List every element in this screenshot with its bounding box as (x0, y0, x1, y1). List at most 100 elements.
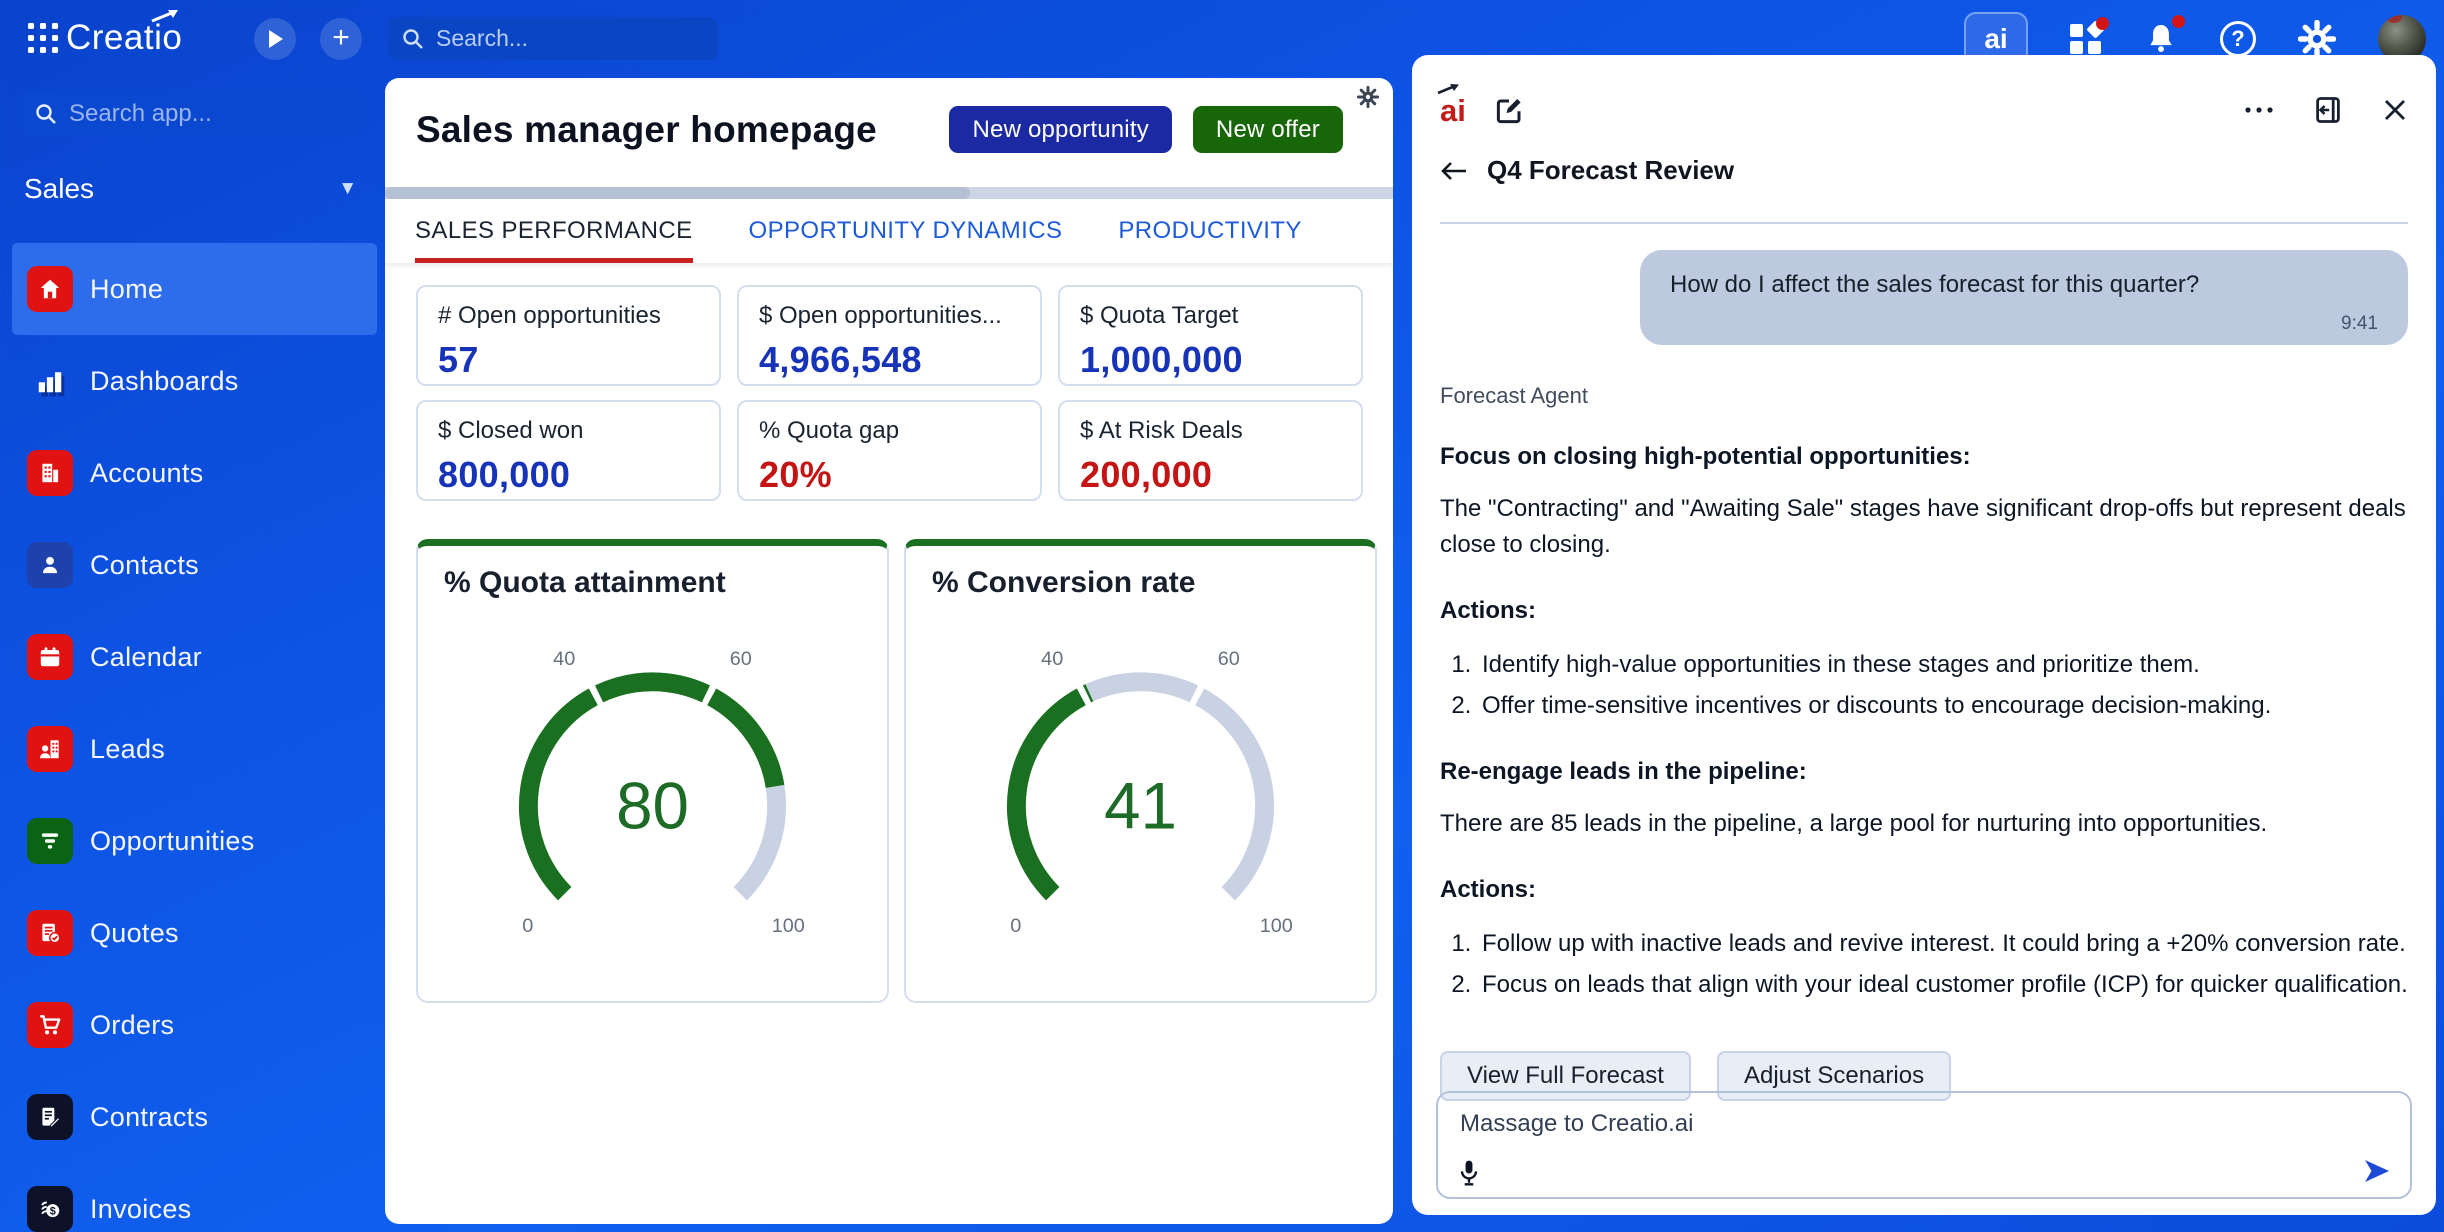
page-title: Sales manager homepage (416, 108, 877, 150)
ai-chat-panel: ai Q4 Forecast Review How do I affect th… (1412, 55, 2436, 1215)
chevron-down-icon: ▼ (338, 178, 357, 199)
tab-sales-performance[interactable]: SALES PERFORMANCE (415, 199, 693, 263)
sidebar-item-invoices[interactable]: $ Invoices (12, 1163, 377, 1232)
sidebar-item-leads[interactable]: Leads (12, 703, 377, 795)
apps-menu-button[interactable] (2070, 17, 2109, 55)
svg-text:60: 60 (730, 648, 752, 670)
creatio-logo: Creatio (66, 10, 183, 58)
sidebar-item-opportunities[interactable]: Opportunities (12, 795, 377, 887)
sidebar-item-label: Calendar (90, 641, 202, 672)
metric-cards: # Open opportunities 57 $ Open opportuni… (385, 263, 1393, 501)
metric-value: 20% (759, 454, 832, 495)
gear-icon (1357, 86, 1379, 108)
svg-text:0: 0 (522, 915, 533, 937)
gauge-title: % Quota attainment (444, 566, 726, 599)
home-icon (27, 266, 73, 312)
creatio-ai-logo: ai (1437, 83, 1466, 126)
settings-button[interactable] (2298, 20, 2336, 58)
metric-value: 4,966,548 (759, 339, 922, 380)
send-icon (2365, 1160, 2389, 1182)
gauge-chart: 0 40 60 100 41 (932, 614, 1349, 966)
metric-label: # Open opportunities (438, 302, 661, 329)
metric-value: 200,000 (1080, 454, 1213, 495)
app-search-placeholder: Search app... (69, 99, 212, 127)
back-button[interactable] (1440, 160, 1468, 182)
user-message-text: How do I affect the sales forecast for t… (1670, 271, 2200, 298)
sidebar-item-calendar[interactable]: Calendar (12, 611, 377, 703)
divider (1440, 222, 2408, 224)
svg-text:100: 100 (1260, 915, 1293, 937)
logo-text: Creatio (66, 18, 183, 57)
calendar-icon (27, 634, 73, 680)
message-paragraph: There are 85 leads in the pipeline, a la… (1440, 810, 2268, 837)
notifications-button[interactable] (2144, 15, 2185, 57)
bar-chart-icon (27, 358, 73, 404)
sidebar-item-quotes[interactable]: Quotes (12, 887, 377, 979)
scrollbar-thumb[interactable] (385, 187, 970, 199)
metric-closed-won[interactable]: $ Closed won 800,000 (416, 400, 721, 501)
tab-opportunity-dynamics[interactable]: OPPORTUNITY DYNAMICS (749, 199, 1063, 263)
add-button[interactable]: + (320, 18, 362, 60)
dock-panel-button[interactable] (2314, 95, 2342, 125)
play-button[interactable] (254, 18, 296, 60)
apps-notification-dot (2096, 17, 2109, 30)
metric-quota-gap[interactable]: % Quota gap 20% (737, 400, 1042, 501)
ellipsis-icon (2245, 107, 2273, 113)
sidebar-nav: Home Dashboards Accounts Contacts Calend… (0, 243, 385, 1232)
gauge-title: % Conversion rate (932, 566, 1196, 599)
close-icon (2385, 100, 2405, 120)
bell-icon (2150, 24, 2172, 53)
new-opportunity-button[interactable]: New opportunity (949, 106, 1172, 153)
close-panel-button[interactable] (2382, 97, 2408, 123)
quota-attainment-gauge[interactable]: % Quota attainment 0 40 60 100 80 (416, 539, 889, 1003)
sidebar-item-dashboards[interactable]: Dashboards (12, 335, 377, 427)
dashboard-card: Sales manager homepage New opportunity N… (385, 78, 1393, 1224)
sidebar-item-label: Contacts (90, 549, 199, 580)
sidebar-item-orders[interactable]: Orders (12, 979, 377, 1071)
svg-text:40: 40 (553, 648, 575, 670)
app-grid-icon[interactable] (28, 23, 60, 55)
user-message-bubble: How do I affect the sales forecast for t… (1640, 250, 2408, 345)
logo-arrow-icon (150, 9, 180, 23)
leads-icon (27, 726, 73, 772)
search-icon (36, 103, 56, 124)
metric-quota-target[interactable]: $ Quota Target 1,000,000 (1058, 285, 1363, 386)
new-chat-button[interactable] (1494, 95, 1524, 125)
message-timestamp: 9:41 (2341, 313, 2378, 334)
metric-value: 800,000 (438, 454, 571, 495)
sidebar-item-contacts[interactable]: Contacts (12, 519, 377, 611)
global-search-input[interactable]: Search... (388, 17, 718, 60)
dashboard-tabs: SALES PERFORMANCE OPPORTUNITY DYNAMICS P… (385, 199, 1393, 263)
help-button[interactable]: ? (2220, 21, 2256, 57)
chat-input[interactable]: Massage to Creatio.ai (1436, 1091, 2412, 1199)
metric-label: $ Open opportunities... (759, 302, 1002, 329)
svg-text:41: 41 (1104, 770, 1177, 843)
metric-at-risk-deals[interactable]: $ At Risk Deals 200,000 (1058, 400, 1363, 501)
dashboard-settings-button[interactable] (1357, 86, 1379, 108)
sidebar-item-contracts[interactable]: Contracts (12, 1071, 377, 1163)
metric-open-opportunities-amount[interactable]: $ Open opportunities... 4,966,548 (737, 285, 1042, 386)
tab-productivity[interactable]: PRODUCTIVITY (1118, 199, 1301, 263)
sidebar-item-label: Invoices (90, 1193, 192, 1224)
sidebar-item-label: Contracts (90, 1101, 209, 1132)
microphone-button[interactable] (1458, 1159, 1480, 1187)
quote-doc-icon (27, 910, 73, 956)
metric-label: $ At Risk Deals (1080, 417, 1243, 444)
message-list: Identify high-value opportunities in the… (1450, 647, 2408, 724)
dock-panel-icon (2316, 97, 2340, 123)
metric-label: $ Quota Target (1080, 302, 1239, 329)
send-button[interactable] (2362, 1157, 2392, 1185)
invoice-coin-icon: $ (27, 1186, 73, 1232)
metric-open-opportunities-count[interactable]: # Open opportunities 57 (416, 285, 721, 386)
horizontal-scrollbar[interactable] (385, 187, 1393, 199)
new-offer-button[interactable]: New offer (1192, 106, 1343, 153)
workspace-selector[interactable]: Sales ▼ (0, 173, 385, 205)
sidebar-item-home[interactable]: Home (12, 243, 377, 335)
svg-text:100: 100 (772, 915, 805, 937)
app-search-input[interactable]: Search app... (22, 92, 365, 135)
sidebar-item-accounts[interactable]: Accounts (12, 427, 377, 519)
svg-text:80: 80 (616, 770, 689, 843)
cart-icon (27, 1002, 73, 1048)
more-menu-button[interactable] (2244, 106, 2274, 114)
conversion-rate-gauge[interactable]: % Conversion rate 0 40 60 100 41 (904, 539, 1377, 1003)
